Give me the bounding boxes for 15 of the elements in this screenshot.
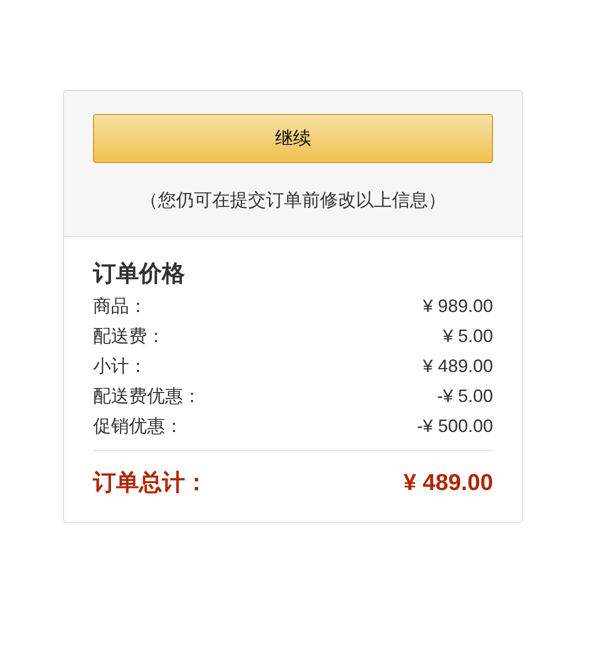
edit-note: （您仍可在提交订单前修改以上信息） xyxy=(140,189,446,212)
price-value: ¥ 989.00 xyxy=(422,294,493,318)
total-value: ¥ 489.00 xyxy=(403,468,493,497)
continue-button[interactable]: 继续 xyxy=(93,114,493,163)
price-value: ¥ 5.00 xyxy=(442,324,493,348)
price-label: 小计： xyxy=(93,354,147,378)
total-label: 订单总计： xyxy=(93,468,208,497)
price-value: ¥ 489.00 xyxy=(422,354,493,378)
price-label: 配送费优惠： xyxy=(93,384,201,408)
summary-title: 订单价格 xyxy=(93,259,186,288)
price-label: 配送费： xyxy=(93,324,165,348)
price-value: -¥ 500.00 xyxy=(416,414,493,438)
price-label: 促销优惠： xyxy=(93,414,183,438)
price-value: -¥ 5.00 xyxy=(436,384,493,408)
price-label: 商品： xyxy=(93,294,147,318)
